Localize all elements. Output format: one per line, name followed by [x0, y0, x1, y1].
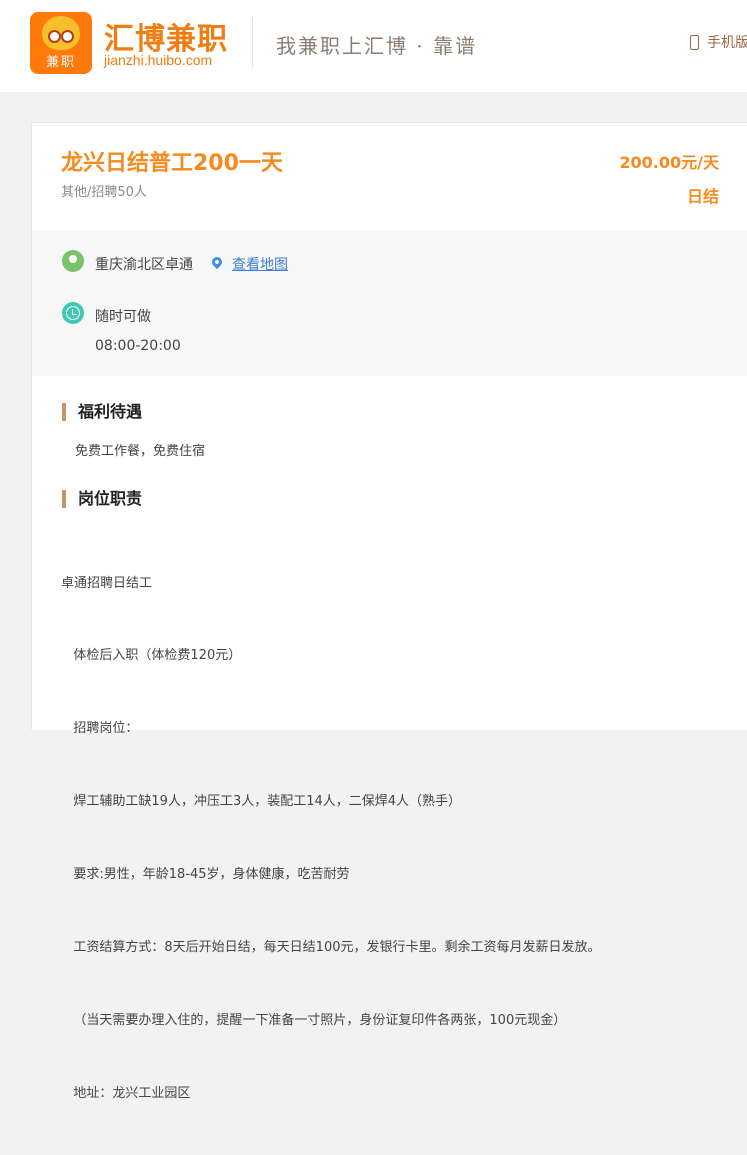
duties-line: 焊工辅助工缺19人，冲压工3人，装配工14人，二保焊4人（熟手）	[61, 794, 462, 810]
location-icon	[62, 250, 84, 272]
benefits-text: 免费工作餐，免费住宿	[75, 444, 206, 459]
work-time-type: 随时可做	[95, 309, 151, 325]
brand-divider	[252, 18, 253, 68]
phone-icon	[690, 35, 699, 50]
duties-line: 招聘岗位：	[61, 721, 139, 737]
clock-icon	[62, 302, 84, 324]
job-detail-card: 龙兴日结普工200一天 其他/招聘50人 200.00元/天 日结 重庆渝北区卓…	[31, 122, 747, 1101]
duties-line: 地址：龙兴工业园区	[61, 1085, 191, 1101]
giraffe-icon	[42, 16, 80, 50]
duties-text: 卓通招聘日结工 体检后入职（体检费120元） 招聘岗位： 焊工辅助工缺19人，冲…	[61, 523, 600, 1155]
pay-type: 日结	[686, 187, 719, 206]
duties-heading: 岗位职责	[62, 490, 142, 508]
mobile-version-link[interactable]: 手机版	[690, 32, 747, 52]
site-header: 兼职 汇博兼职 jianzhi.huibo.com 我兼职上汇博 · 靠谱 手机…	[0, 0, 747, 92]
mobile-link-label: 手机版	[707, 35, 747, 51]
job-title: 龙兴日结普工200一天	[61, 151, 283, 176]
logo-text: 兼职	[45, 55, 76, 70]
view-map-link[interactable]: 查看地图	[232, 254, 288, 274]
benefits-heading: 福利待遇	[62, 403, 142, 421]
duties-line: 体检后入职（体检费120元）	[61, 648, 242, 664]
job-address: 重庆渝北区卓通	[95, 257, 193, 273]
slogan: 我兼职上汇博 · 靠谱	[276, 34, 478, 58]
duties-line: （当天需要办理入住的，提醒一下准备一寸照片，身份证复印件各两张，100元现金）	[61, 1012, 567, 1028]
job-category-count: 其他/招聘50人	[61, 185, 147, 200]
salary: 200.00元/天	[619, 153, 719, 172]
duties-line: 卓通招聘日结工	[61, 575, 153, 591]
brand-url[interactable]: jianzhi.huibo.com	[104, 52, 212, 68]
work-time-range: 08:00-20:00	[95, 338, 181, 354]
logo[interactable]: 兼职	[30, 12, 92, 74]
duties-line: 要求:男性，年龄18-45岁，身体健康，吃苦耐劳	[61, 867, 350, 883]
map-pin-icon[interactable]	[209, 254, 225, 270]
duties-line: 工资结算方式：8天后开始日结，每天日结100元，发银行卡里。剩余工资每月发薪日发…	[61, 940, 601, 956]
job-info-band: 重庆渝北区卓通 查看地图 随时可做 08:00-20:00	[32, 230, 747, 376]
